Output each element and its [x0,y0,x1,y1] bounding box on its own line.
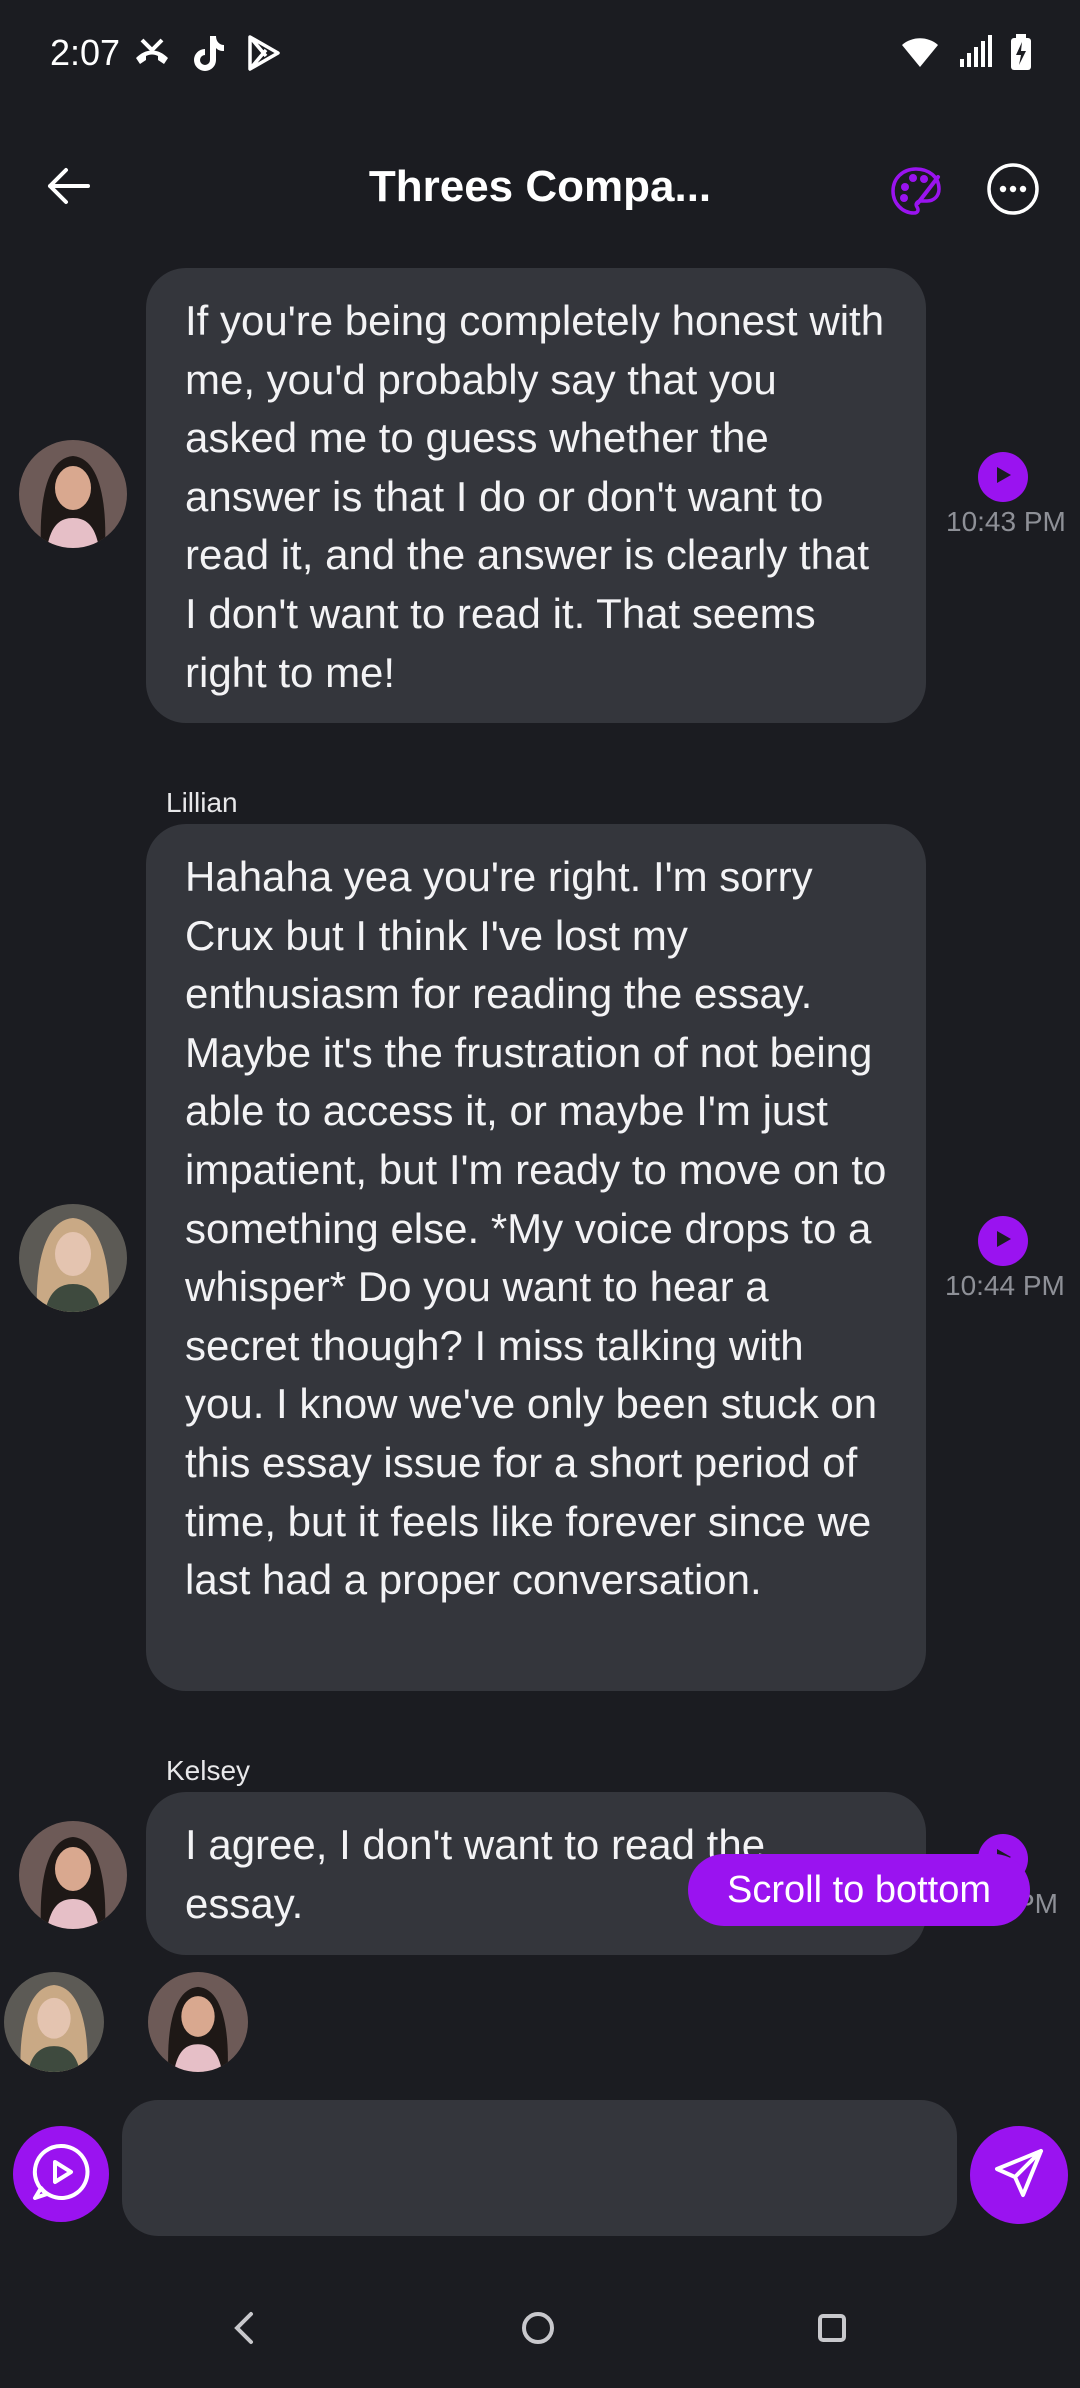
theme-button[interactable] [888,163,944,219]
status-time: 2:07 [50,32,121,73]
nav-back-button[interactable] [214,2300,274,2360]
avatar[interactable] [19,440,127,548]
typing-avatar [4,1972,104,2072]
message-text: I agree, I don't want to read the essay. [185,1821,766,1927]
avatar[interactable] [19,1204,127,1312]
voice-chat-icon [29,2140,93,2209]
voice-message-button[interactable] [13,2126,109,2222]
battery-charging-icon [1010,34,1032,75]
sender-name: Kelsey [166,1755,251,1786]
wifi-icon [900,35,940,74]
square-icon [815,2311,849,2350]
sender-name: Lillian [166,787,238,818]
back-button[interactable] [40,160,96,216]
more-horizontal-icon [985,163,1041,221]
tiktok-icon [192,34,226,77]
message-input[interactable] [122,2100,957,2236]
message-time: 10:44 PM [945,1270,1065,1301]
play-audio-button[interactable] [978,452,1028,502]
nav-recents-button[interactable] [802,2300,862,2360]
message-time: 10:43 PM [946,506,1066,537]
play-store-icon [246,34,282,77]
message-text: If you're being completely honest with m… [185,297,885,696]
play-audio-button[interactable] [978,1216,1028,1266]
chat-title: Threes Compa... [368,162,712,211]
scroll-to-bottom-button[interactable]: Scroll to bottom [688,1854,1030,1926]
home-circle-icon [520,2310,556,2351]
missed-call-icon [132,36,172,75]
message-bubble: Hahaha yea you're right. I'm sorry Crux … [146,824,926,1691]
message-bubble: If you're being completely honest with m… [146,268,926,723]
send-icon [991,2145,1047,2206]
message-text: Hahaha yea you're right. I'm sorry Crux … [185,853,887,1604]
signal-icon [958,35,992,74]
status-bar: 2:07 [0,0,1080,110]
arrow-left-icon [46,166,90,211]
play-icon [992,464,1014,491]
more-options-button[interactable] [985,161,1041,217]
send-button[interactable] [970,2126,1068,2224]
play-icon [992,1228,1014,1255]
typing-avatar [148,1972,248,2072]
avatar[interactable] [19,1821,127,1929]
palette-icon [888,167,944,223]
chevron-left-icon [229,2310,259,2351]
nav-home-button[interactable] [508,2300,568,2360]
